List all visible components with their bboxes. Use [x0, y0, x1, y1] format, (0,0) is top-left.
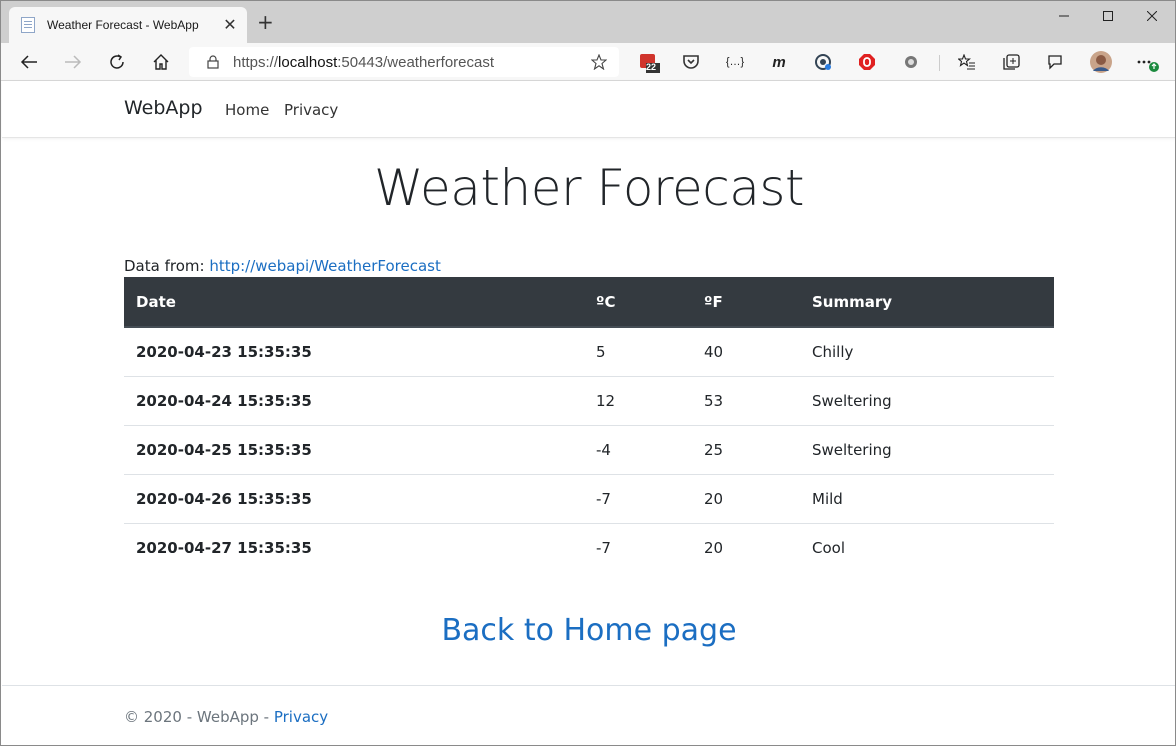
back-to-home-link[interactable]: Back to Home page	[2, 613, 1175, 648]
table-row: 2020-04-25 15:35:35 -4 25 Sweltering	[124, 424, 1054, 474]
nav-home-link[interactable]: Home	[225, 101, 269, 119]
tab-strip: Weather Forecast - WebApp ✕ +	[1, 1, 1175, 43]
cell-summary: Chilly	[812, 342, 854, 361]
refresh-button[interactable]	[103, 49, 131, 75]
data-source-link[interactable]: http://webapi/WeatherForecast	[209, 257, 441, 275]
pocket-icon[interactable]	[679, 51, 703, 73]
json-viewer-icon[interactable]: {…}	[723, 51, 747, 73]
favorite-star-icon[interactable]	[587, 50, 611, 74]
nav-privacy-link[interactable]: Privacy	[284, 101, 338, 119]
data-source-line: Data from: http://webapi/WeatherForecast	[124, 257, 441, 275]
password-manager-icon[interactable]	[811, 51, 835, 73]
address-bar[interactable]: https://localhost:50443/weatherforecast	[189, 47, 619, 77]
back-button[interactable]	[15, 49, 43, 75]
feedback-icon[interactable]	[1043, 51, 1067, 73]
cell-date: 2020-04-27 15:35:35	[124, 522, 584, 572]
more-menu-icon[interactable]	[1135, 51, 1159, 73]
maximize-button[interactable]	[1085, 1, 1131, 31]
cell-date: 2020-04-25 15:35:35	[124, 424, 584, 474]
url-path: :50443/weatherforecast	[337, 53, 495, 71]
table-row: 2020-04-24 15:35:35 12 53 Sweltering	[124, 375, 1054, 425]
cell-fahrenheit: 25	[692, 424, 800, 474]
header-fahrenheit: ºF	[692, 277, 800, 328]
site-brand-link[interactable]: WebApp	[124, 97, 203, 119]
calendar-extension-icon[interactable]: 22	[637, 51, 661, 73]
browser-tab[interactable]: Weather Forecast - WebApp ✕	[9, 7, 247, 43]
cell-summary: Mild	[800, 473, 1054, 523]
close-icon	[1147, 11, 1157, 21]
web-page: WebApp Home Privacy Weather Forecast Dat…	[2, 81, 1175, 745]
footer-privacy-link[interactable]: Privacy	[274, 708, 328, 726]
forward-arrow-icon	[65, 55, 82, 69]
m-extension-icon[interactable]: m	[767, 51, 791, 73]
cell-celsius: -7	[584, 473, 692, 523]
cell-fahrenheit: 40	[704, 342, 724, 361]
copyright-text: © 2020 - WebApp -	[124, 708, 274, 726]
cell-date: 2020-04-26 15:35:35	[124, 473, 584, 523]
table-row: 2020-04-26 15:35:35 -7 20 Mild	[124, 473, 1054, 523]
forward-button[interactable]	[59, 49, 87, 75]
close-tab-icon[interactable]: ✕	[223, 17, 237, 33]
cell-fahrenheit: 53	[692, 375, 800, 425]
tab-title: Weather Forecast - WebApp	[47, 18, 199, 32]
data-source-label: Data from:	[124, 257, 210, 275]
header-celsius: ºC	[584, 277, 692, 328]
table-row: 2020-04-27 15:35:35 -7 20 Cool	[124, 522, 1054, 572]
table-header-row: Date ºC ºF Summary	[124, 277, 1054, 328]
toolbar-divider	[939, 55, 940, 71]
profile-avatar[interactable]	[1089, 51, 1113, 73]
url-scheme: https://	[233, 53, 279, 71]
record-extension-icon[interactable]	[899, 51, 923, 73]
cell-summary: Sweltering	[800, 375, 1054, 425]
url-host: localhost	[278, 53, 338, 71]
minimize-icon	[1059, 15, 1069, 17]
table-row: 2020-04-23 15:35:35 5 40 Chilly	[124, 327, 1054, 376]
lock-icon[interactable]	[205, 53, 221, 71]
new-tab-icon[interactable]: +	[257, 12, 274, 32]
cell-date: 2020-04-24 15:35:35	[124, 375, 584, 425]
home-icon	[153, 54, 169, 70]
favorites-icon[interactable]	[955, 51, 979, 73]
cell-celsius: -4	[584, 424, 692, 474]
refresh-icon	[110, 54, 124, 69]
cell-celsius: 12	[584, 375, 692, 425]
site-footer: © 2020 - WebApp - Privacy	[2, 685, 1175, 745]
collections-icon[interactable]	[999, 51, 1023, 73]
cell-fahrenheit: 20	[692, 473, 800, 523]
cell-celsius: 5	[596, 342, 606, 361]
page-icon	[21, 17, 35, 33]
url-text[interactable]: https://localhost:50443/weatherforecast	[233, 54, 587, 71]
header-summary: Summary	[800, 277, 1054, 328]
browser-toolbar: https://localhost:50443/weatherforecast …	[1, 43, 1175, 81]
cell-summary: Cool	[800, 522, 1054, 572]
cell-summary: Sweltering	[800, 424, 1054, 474]
calendar-badge: 22	[646, 62, 657, 72]
cell-fahrenheit: 20	[692, 522, 800, 572]
forecast-table: Date ºC ºF Summary 2020-04-23 15:35:35 5…	[124, 277, 1054, 572]
header-date: Date	[124, 277, 584, 328]
close-window-button[interactable]	[1129, 1, 1175, 31]
cell-date: 2020-04-23 15:35:35	[136, 342, 312, 361]
page-title: Weather Forecast	[374, 159, 805, 217]
cell-celsius: -7	[584, 522, 692, 572]
minimize-button[interactable]	[1041, 1, 1087, 31]
browser-window: Weather Forecast - WebApp ✕ + https://lo…	[0, 0, 1176, 746]
home-button[interactable]	[147, 49, 175, 75]
site-navbar: WebApp Home Privacy	[2, 81, 1175, 138]
footer-text: © 2020 - WebApp - Privacy	[124, 708, 328, 726]
back-arrow-icon	[20, 55, 37, 69]
maximize-icon	[1103, 11, 1113, 21]
adblock-icon[interactable]	[855, 51, 879, 73]
